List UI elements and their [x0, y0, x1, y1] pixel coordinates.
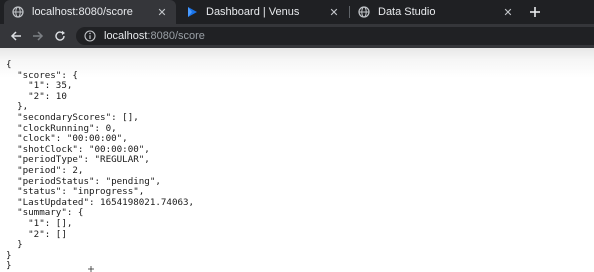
reload-icon	[55, 30, 65, 41]
json-line: "period": 2,	[6, 164, 84, 176]
json-line: {	[6, 59, 12, 70]
json-line: "secondaryScores": [],	[6, 111, 139, 123]
json-line: }	[6, 239, 23, 251]
json-line: "1": [],	[6, 217, 73, 229]
tab-strip: localhost:8080/score ✕ Dashboard | Venus…	[0, 0, 594, 24]
url-host: localhost	[104, 30, 148, 42]
tab-localhost-score[interactable]: localhost:8080/score ✕	[4, 0, 176, 24]
browser-toolbar: localhost:8080/score	[0, 24, 594, 48]
arrow-left-icon	[10, 31, 21, 41]
info-icon[interactable]	[84, 30, 96, 42]
tab-title: Data Studio	[378, 6, 436, 18]
json-viewer: { "scores": { "1": 35, "2": 10 }, "secon…	[6, 59, 194, 272]
close-icon[interactable]: ✕	[502, 6, 514, 19]
back-button[interactable]	[8, 28, 24, 44]
globe-icon	[12, 6, 24, 18]
forward-button[interactable]	[30, 28, 46, 44]
tab-title: localhost:8080/score	[32, 6, 133, 18]
tab-data-studio[interactable]: Data Studio ✕	[350, 0, 522, 24]
address-bar[interactable]: localhost:8080/score	[76, 27, 594, 45]
json-line: "2": []	[6, 228, 67, 240]
url-text: localhost:8080/score	[104, 30, 205, 42]
arrow-right-icon	[33, 31, 44, 41]
mouse-cursor-icon	[88, 266, 94, 272]
plus-icon	[530, 7, 540, 17]
reload-button[interactable]	[52, 28, 68, 44]
new-tab-button[interactable]	[526, 3, 544, 21]
page-content: { "scores": { "1": 35, "2": 10 }, "secon…	[0, 48, 594, 272]
json-line: "2": 10	[6, 90, 67, 102]
url-path: :8080/score	[147, 30, 205, 42]
close-icon[interactable]: ✕	[156, 6, 168, 19]
tab-dashboard-venus[interactable]: Dashboard | Venus ✕	[178, 0, 348, 24]
globe-icon	[358, 6, 370, 18]
json-line: }	[6, 249, 12, 261]
venus-logo-icon	[186, 6, 198, 18]
close-icon[interactable]: ✕	[328, 6, 340, 19]
tab-title: Dashboard | Venus	[206, 6, 300, 18]
json-line: }	[6, 260, 12, 272]
